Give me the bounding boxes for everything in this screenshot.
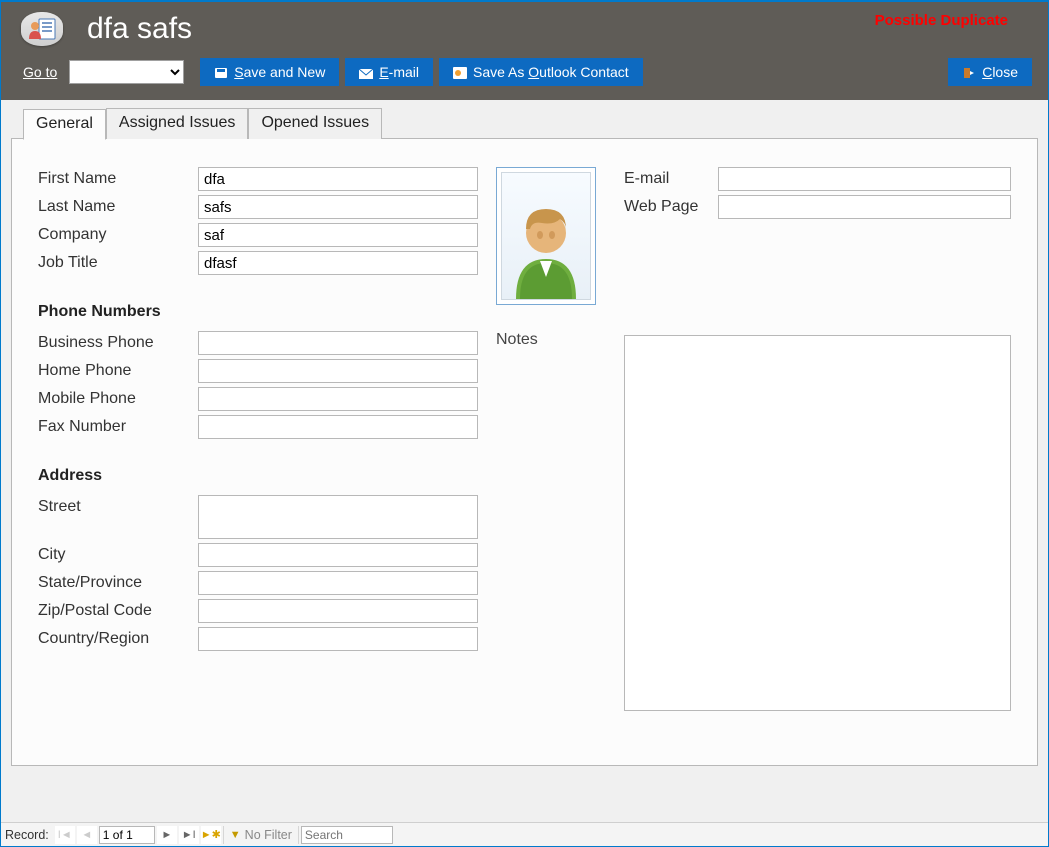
tab-general[interactable]: General bbox=[23, 109, 106, 140]
notes-label: Notes bbox=[496, 331, 606, 349]
filter-indicator[interactable]: ▼ No Filter bbox=[223, 826, 299, 844]
tab-strip: General Assigned Issues Opened Issues bbox=[23, 108, 1038, 139]
door-exit-icon bbox=[962, 66, 976, 78]
middle-column: Notes bbox=[496, 167, 606, 714]
home-phone-label: Home Phone bbox=[38, 362, 198, 380]
tab-opened-issues[interactable]: Opened Issues bbox=[248, 108, 382, 139]
home-phone-input[interactable] bbox=[198, 359, 478, 383]
last-name-input[interactable] bbox=[198, 195, 478, 219]
record-nav-bar: Record: I◄ ◄ ► ►I ►✱ ▼ No Filter bbox=[1, 822, 1048, 846]
webpage-input[interactable] bbox=[718, 195, 1011, 219]
outlook-icon bbox=[453, 66, 467, 78]
city-input[interactable] bbox=[198, 543, 478, 567]
contact-card-icon bbox=[21, 12, 63, 46]
new-record-button[interactable]: ►✱ bbox=[201, 826, 221, 844]
close-button[interactable]: Close bbox=[948, 58, 1032, 86]
first-name-input[interactable] bbox=[198, 167, 478, 191]
goto-label: Go to bbox=[23, 64, 57, 80]
job-title-label: Job Title bbox=[38, 254, 198, 272]
goto-select[interactable] bbox=[69, 60, 184, 84]
record-label: Record: bbox=[5, 828, 49, 842]
tab-assigned-issues[interactable]: Assigned Issues bbox=[106, 108, 249, 139]
right-column: E-mail Web Page bbox=[624, 167, 1011, 714]
address-heading: Address bbox=[38, 467, 478, 485]
city-label: City bbox=[38, 546, 198, 564]
business-phone-input[interactable] bbox=[198, 331, 478, 355]
record-search-input[interactable] bbox=[301, 826, 393, 844]
funnel-icon: ▼ bbox=[230, 829, 241, 841]
webpage-label: Web Page bbox=[624, 198, 718, 216]
first-record-button[interactable]: I◄ bbox=[55, 826, 75, 844]
street-input[interactable] bbox=[198, 495, 478, 539]
prev-record-button[interactable]: ◄ bbox=[77, 826, 97, 844]
company-label: Company bbox=[38, 226, 198, 244]
record-number-input[interactable] bbox=[99, 826, 155, 844]
job-title-input[interactable] bbox=[198, 251, 478, 275]
no-filter-label: No Filter bbox=[245, 828, 292, 842]
save-and-new-button[interactable]: Save and New bbox=[200, 58, 339, 86]
form-body: General Assigned Issues Opened Issues Fi… bbox=[1, 100, 1048, 822]
save-outlook-button[interactable]: Save As Outlook Contact bbox=[439, 58, 643, 86]
contact-photo[interactable] bbox=[496, 167, 596, 305]
state-input[interactable] bbox=[198, 571, 478, 595]
save-icon bbox=[214, 66, 228, 78]
notes-input[interactable] bbox=[624, 335, 1011, 711]
street-label: Street bbox=[38, 495, 198, 516]
country-label: Country/Region bbox=[38, 630, 198, 648]
email-input[interactable] bbox=[718, 167, 1011, 191]
company-input[interactable] bbox=[198, 223, 478, 247]
mobile-phone-label: Mobile Phone bbox=[38, 390, 198, 408]
toolbar: Go to Save and New E-mail Save As Outloo… bbox=[1, 46, 1048, 94]
zip-input[interactable] bbox=[198, 599, 478, 623]
next-record-button[interactable]: ► bbox=[157, 826, 177, 844]
duplicate-warning: Possible Duplicate bbox=[875, 12, 1008, 29]
country-input[interactable] bbox=[198, 627, 478, 651]
last-record-button[interactable]: ►I bbox=[179, 826, 199, 844]
state-label: State/Province bbox=[38, 574, 198, 592]
mobile-phone-input[interactable] bbox=[198, 387, 478, 411]
fax-input[interactable] bbox=[198, 415, 478, 439]
zip-label: Zip/Postal Code bbox=[38, 602, 198, 620]
phone-numbers-heading: Phone Numbers bbox=[38, 303, 478, 321]
left-column: First Name Last Name Company Job Title bbox=[38, 167, 478, 714]
person-placeholder-icon bbox=[502, 179, 590, 299]
email-button[interactable]: E-mail bbox=[345, 58, 433, 86]
email-label: E-mail bbox=[624, 170, 718, 188]
page-title: dfa safs bbox=[87, 12, 192, 46]
last-name-label: Last Name bbox=[38, 198, 198, 216]
first-name-label: First Name bbox=[38, 170, 198, 188]
contact-form-window: dfa safs Possible Duplicate Go to Save a… bbox=[0, 0, 1049, 847]
business-phone-label: Business Phone bbox=[38, 334, 198, 352]
general-panel: First Name Last Name Company Job Title bbox=[11, 138, 1038, 766]
mail-icon bbox=[359, 66, 373, 78]
header-bar: dfa safs Possible Duplicate Go to Save a… bbox=[1, 2, 1048, 100]
fax-label: Fax Number bbox=[38, 418, 198, 436]
